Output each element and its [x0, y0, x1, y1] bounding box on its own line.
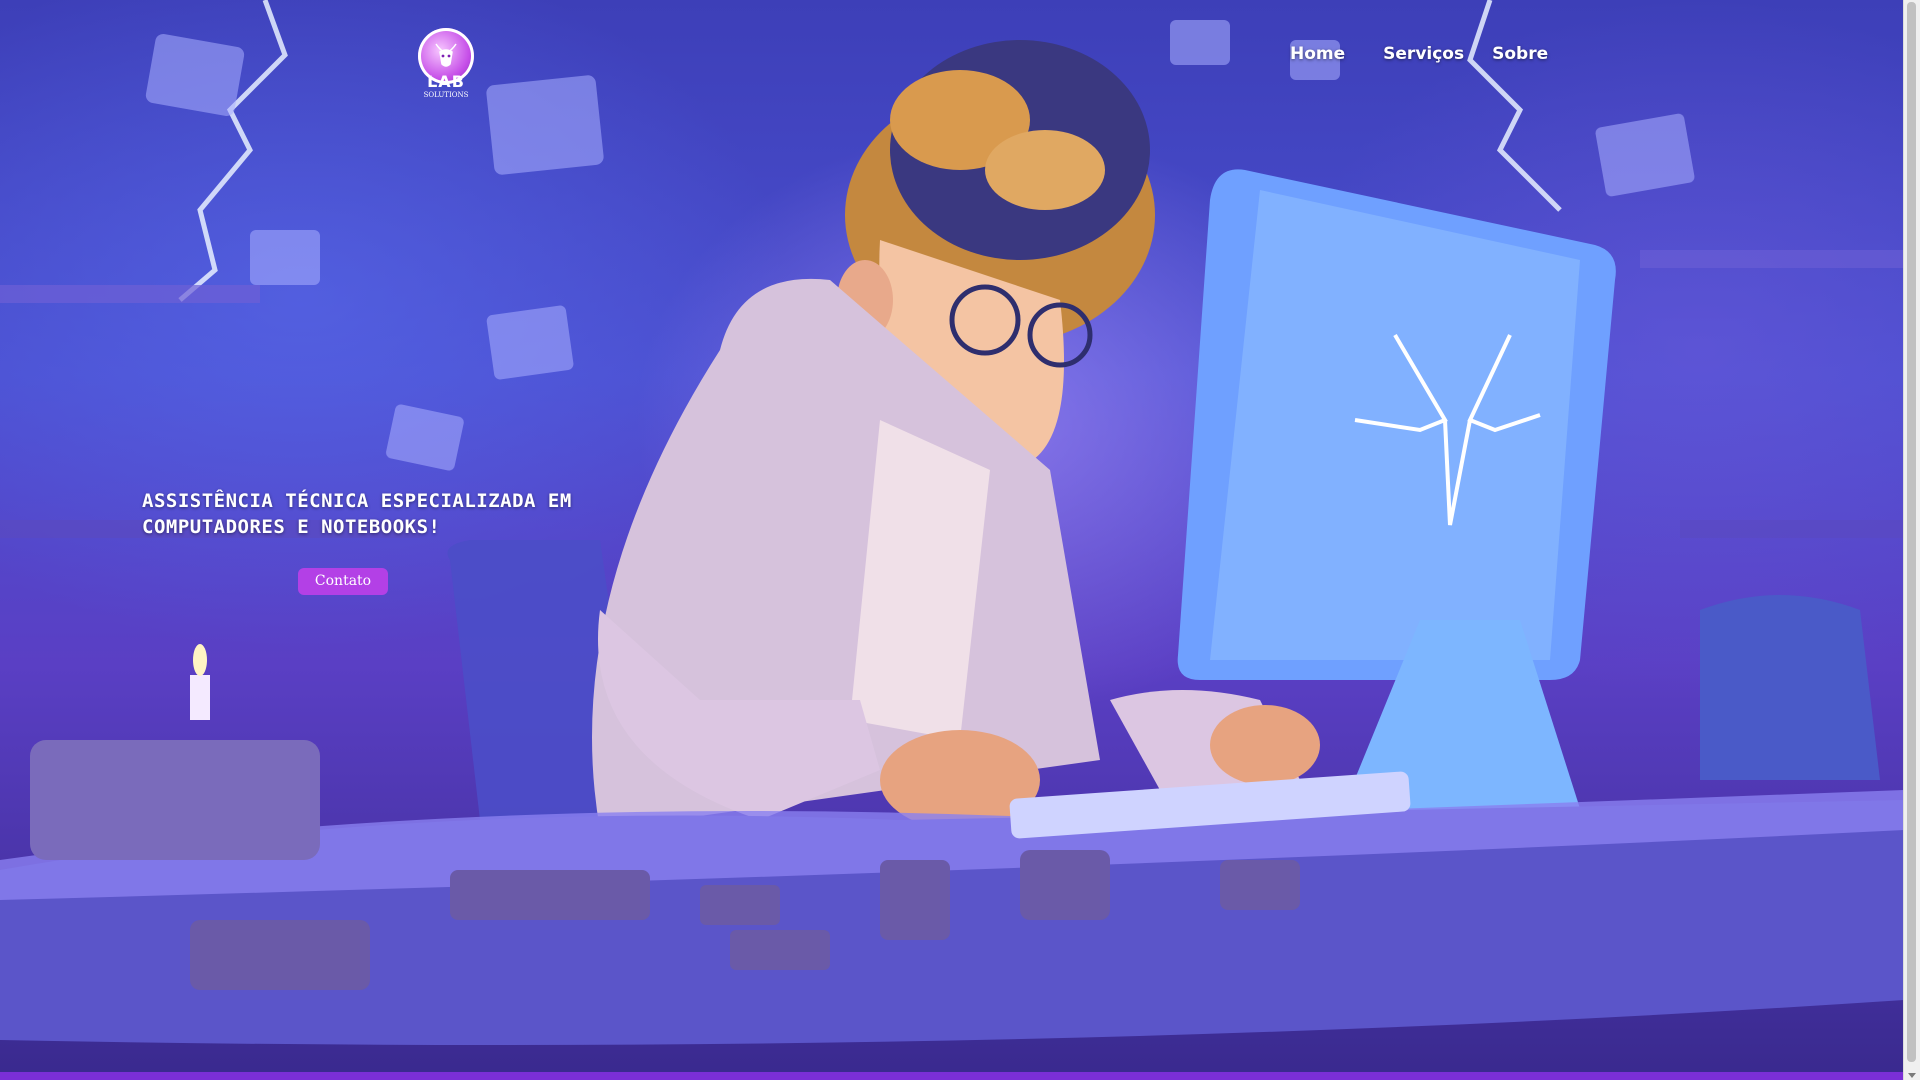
- hero-headline: ASSISTÊNCIA TÉCNICA ESPECIALIZADA EM COM…: [142, 488, 662, 540]
- logo-text: LAB: [427, 72, 465, 91]
- nav-link-servicos[interactable]: Serviços: [1383, 44, 1464, 64]
- hero-headline-line1: ASSISTÊNCIA TÉCNICA ESPECIALIZADA EM: [142, 490, 572, 512]
- brand-logo[interactable]: LAB SOLUTIONS: [414, 28, 478, 100]
- shelf-left: [0, 285, 260, 303]
- lightning-bolt-right: [1467, 0, 1562, 212]
- hero-headline-line2: COMPUTADORES E NOTEBOOKS!: [142, 516, 441, 538]
- main-nav: Home Serviços Sobre: [1290, 44, 1548, 64]
- shelf-right-lower: [1680, 520, 1904, 538]
- nav-link-home[interactable]: Home: [1290, 44, 1345, 64]
- candle-flame: [193, 644, 207, 676]
- shelf-right: [1640, 250, 1904, 268]
- speaker-device: [1700, 595, 1880, 780]
- bottom-accent-bar: [0, 1072, 1904, 1080]
- vertical-scrollbar[interactable]: [1903, 0, 1920, 1080]
- scrollbar-thumb[interactable]: [1907, 2, 1916, 1062]
- landing-page: LAB SOLUTIONS Home Serviços Sobre ASSIST…: [0, 0, 1920, 1080]
- logo-subtext: SOLUTIONS: [423, 91, 469, 99]
- goat-icon: [435, 43, 457, 67]
- nav-link-sobre[interactable]: Sobre: [1492, 44, 1548, 64]
- contact-button[interactable]: Contato: [298, 568, 388, 595]
- scroll-down-arrow-icon[interactable]: [1908, 1073, 1916, 1078]
- candle: [190, 675, 210, 720]
